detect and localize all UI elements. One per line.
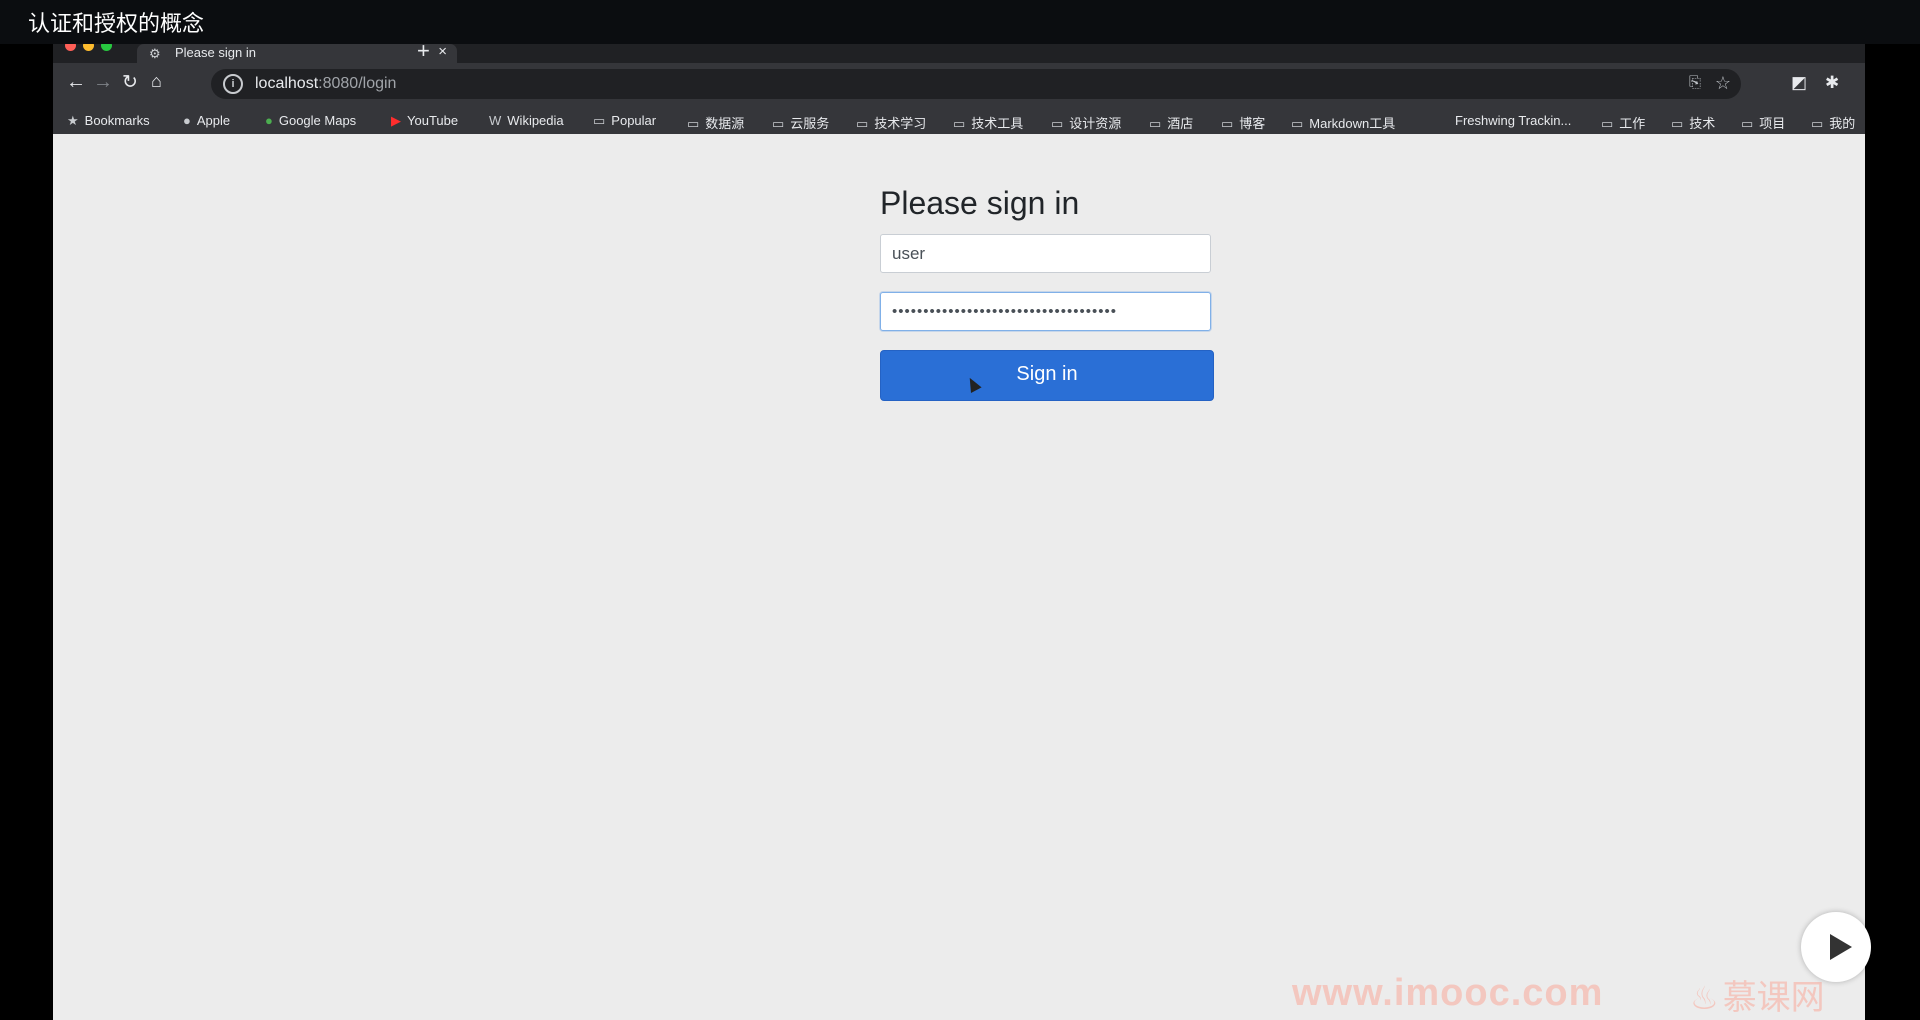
bookmark-item[interactable]: ▭ 技术 [1671, 113, 1715, 132]
bookmarks-bar: ★ Bookmarks ● Apple ● Google Maps ▶ YouTube … [53, 107, 1865, 134]
forward-icon[interactable]: → [93, 71, 113, 94]
bookmark-item[interactable]: ▭ 博客 [1221, 113, 1265, 132]
globe-icon: ⚙ [149, 46, 161, 61]
play-button[interactable] [1801, 912, 1871, 982]
folder-icon: ▭ [1149, 116, 1162, 131]
minimize-window-icon[interactable] [83, 44, 94, 51]
tab-strip: ⚙ Please sign in × + [53, 44, 1865, 63]
browser-window: ⚙ Please sign in × + ← → ↻ ⌂ i localhost… [53, 44, 1865, 1020]
browser-toolbar: ← → ↻ ⌂ i localhost:8080/login ⎘ ☆ ◩ ✱ [53, 63, 1865, 107]
youtube-icon: ▶ [391, 113, 401, 128]
translate-icon[interactable]: ⎘ [1689, 74, 1701, 91]
folder-icon: ▭ [1221, 116, 1234, 131]
bookmark-item[interactable]: ▭ 云服务 [772, 113, 829, 132]
site-info-icon[interactable]: i [223, 74, 243, 94]
bookmark-item[interactable]: ▭ 我的 [1811, 113, 1855, 132]
bookmark-item[interactable]: ▭ Markdown工具 [1291, 113, 1395, 132]
folder-icon: ▭ [1291, 116, 1304, 131]
star-icon: ★ [67, 113, 79, 128]
bookmark-item[interactable]: ▭ 数据源 [687, 113, 744, 132]
sign-in-button[interactable]: Sign in [880, 350, 1214, 401]
watermark-url: www.imooc.com [1292, 972, 1604, 1014]
map-pin-icon: ● [265, 113, 273, 128]
folder-icon: ▭ [772, 116, 785, 131]
folder-icon: ▭ [1601, 116, 1614, 131]
address-url[interactable]: localhost:8080/login [255, 75, 396, 93]
tab-please-sign-in[interactable]: ⚙ Please sign in × [137, 44, 457, 63]
bookmark-item[interactable]: ▭ 酒店 [1149, 113, 1193, 132]
wikipedia-icon: W [489, 113, 502, 128]
folder-icon: ▭ [687, 116, 700, 131]
video-title-bar: 认证和授权的概念 [0, 0, 1920, 44]
flame-icon: ♨ [1690, 980, 1719, 1016]
bookmark-item[interactable]: ▭ Popular [593, 113, 656, 129]
back-icon[interactable]: ← [66, 71, 86, 94]
address-bar[interactable]: i localhost:8080/login ⎘ ☆ [211, 69, 1741, 99]
folder-icon: ▭ [1671, 116, 1684, 131]
puzzle-icon[interactable]: ✱ [1825, 73, 1839, 93]
folder-icon: ▭ [593, 113, 606, 128]
bookmark-item[interactable]: ▭ 设计资源 [1051, 113, 1121, 132]
folder-icon: ▭ [1741, 116, 1754, 131]
bookmark-item[interactable]: ▭ 技术工具 [953, 113, 1023, 132]
close-window-icon[interactable] [65, 44, 76, 51]
bookmark-item[interactable]: ▭ 项目 [1741, 113, 1785, 132]
folder-icon: ▭ [856, 116, 869, 131]
username-input[interactable] [880, 234, 1211, 273]
apple-icon: ● [183, 113, 191, 128]
folder-icon: ▭ [1051, 116, 1064, 131]
watermark-logo: ♨ 慕课网 [1690, 979, 1825, 1017]
bookmark-item[interactable]: ▭ 技术学习 [856, 113, 926, 132]
extension-icon[interactable]: ◩ [1791, 73, 1807, 93]
page-content: Please sign in •••••••••••••••••••••••••… [53, 134, 1865, 1020]
page-title: Please sign in [880, 185, 1080, 221]
close-tab-icon[interactable]: × [438, 44, 447, 60]
bookmark-item[interactable]: W Wikipedia [489, 113, 564, 128]
new-tab-icon[interactable]: + [417, 44, 430, 64]
video-title: 认证和授权的概念 [28, 11, 205, 36]
folder-icon: ▭ [953, 116, 966, 131]
bookmark-item[interactable]: ● Apple [183, 113, 230, 128]
home-icon[interactable]: ⌂ [151, 71, 162, 92]
bookmark-item[interactable]: ● Google Maps [265, 113, 356, 128]
password-input[interactable]: •••••••••••••••••••••••••••••••••••• [880, 292, 1211, 331]
maximize-window-icon[interactable] [101, 44, 112, 51]
folder-icon: ▭ [1811, 116, 1824, 131]
play-icon [1830, 934, 1852, 960]
tab-title: Please sign in [175, 45, 256, 60]
bookmark-item[interactable]: ▶ YouTube [391, 113, 458, 129]
bookmark-item[interactable]: ▭ 工作 [1601, 113, 1645, 132]
reload-icon[interactable]: ↻ [122, 71, 138, 94]
bookmark-item[interactable]: ★ Bookmarks [67, 113, 150, 129]
bookmark-star-icon[interactable]: ☆ [1715, 73, 1731, 94]
bookmark-item[interactable]: Freshwing Trackin... [1455, 113, 1571, 128]
